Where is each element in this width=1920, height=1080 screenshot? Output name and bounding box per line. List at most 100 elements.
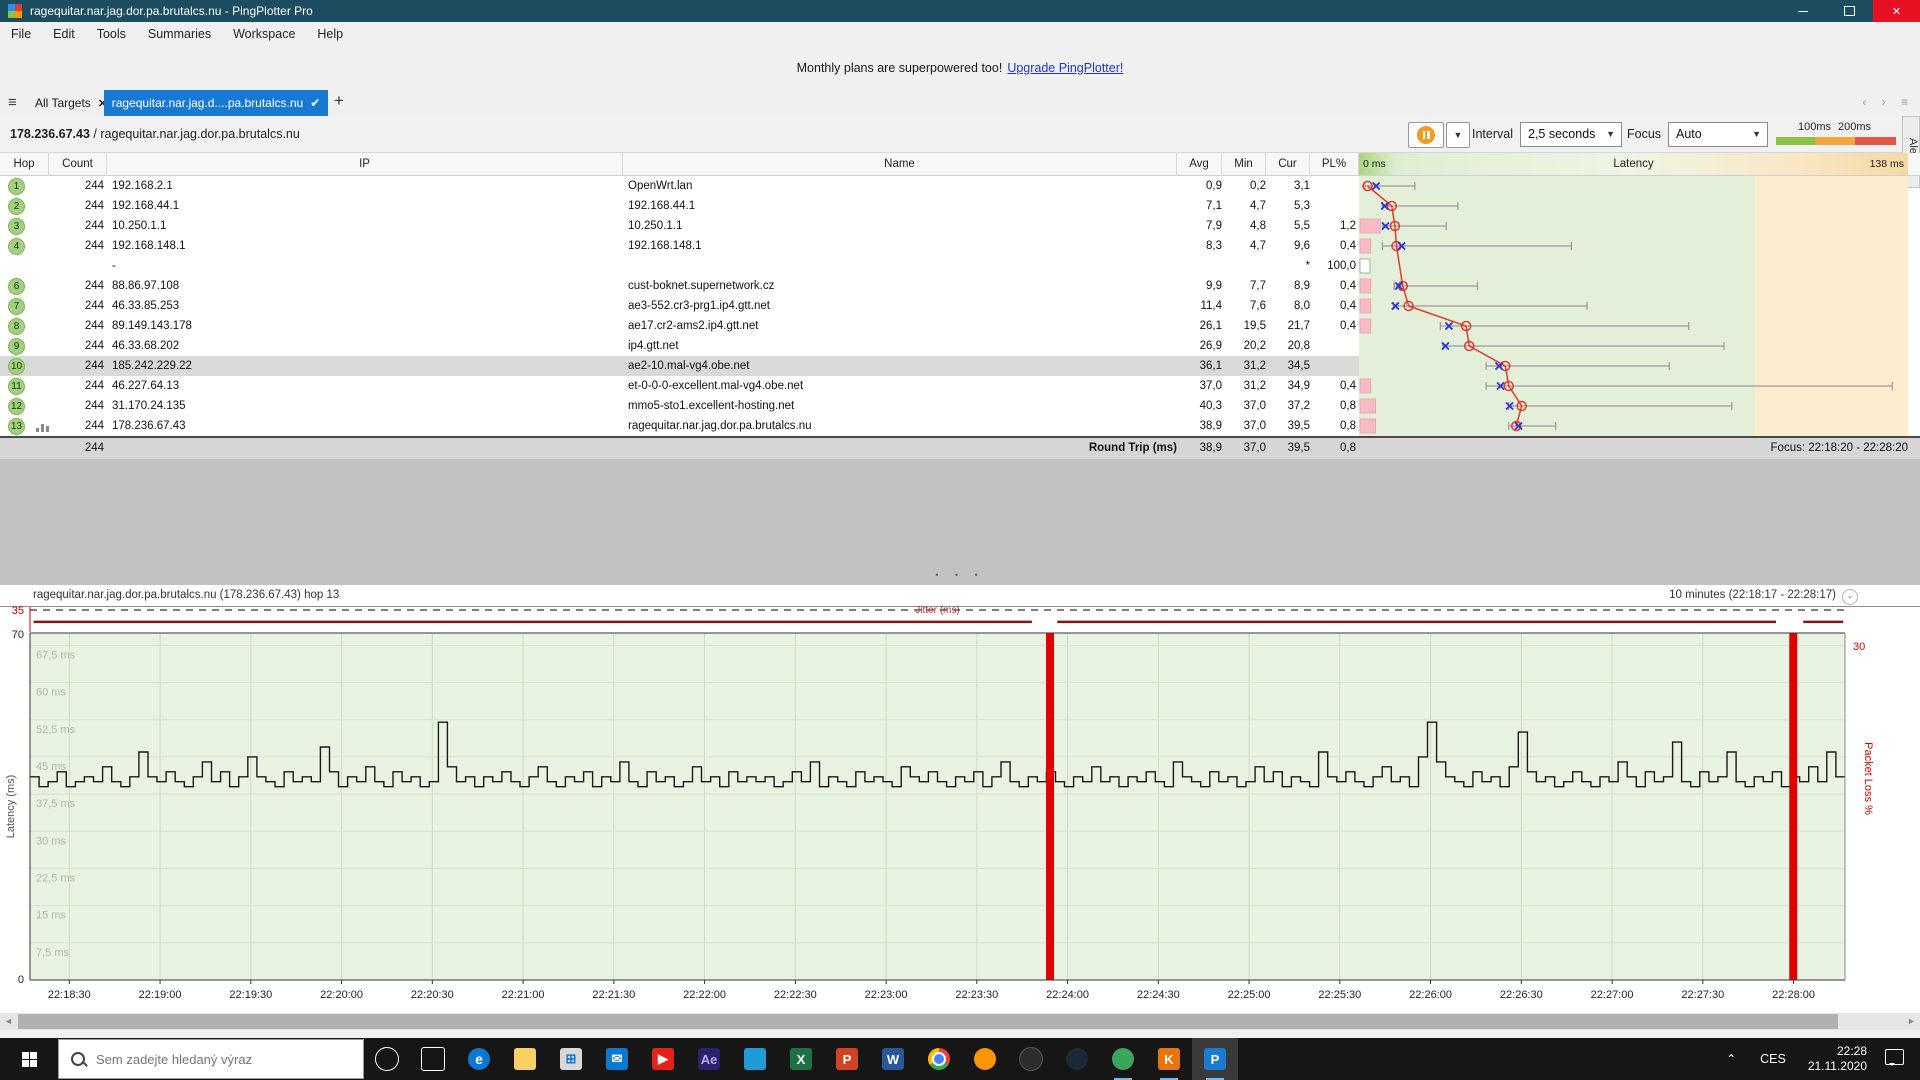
round-trip-avg: 38,9 xyxy=(1176,438,1222,459)
task-view-icon[interactable] xyxy=(410,1038,456,1080)
focus-range-label: Focus: 22:18:20 - 22:28:20 xyxy=(1580,438,1908,459)
start-button[interactable] xyxy=(0,1038,58,1080)
col-ip[interactable]: IP xyxy=(107,153,623,175)
notification-center-icon[interactable] xyxy=(1885,1049,1904,1065)
file-explorer-icon[interactable] xyxy=(502,1038,548,1080)
mail-icon-glyph: ✉ xyxy=(606,1048,628,1070)
pingplotter-icon[interactable]: P xyxy=(1192,1038,1238,1080)
round-trip-pl: 0,8 xyxy=(1308,438,1356,459)
mail-icon[interactable]: ✉ xyxy=(594,1038,640,1080)
table-row[interactable]: 324410.250.1.110.250.1.17,94,85,51,2 xyxy=(0,216,1359,236)
upgrade-link[interactable]: Upgrade PingPlotter! xyxy=(1007,61,1123,75)
hop-table-header: Hop Count IP Name Avg Min Cur PL% 0 ms L… xyxy=(0,153,1920,176)
orange-app-icon[interactable]: K xyxy=(1146,1038,1192,1080)
hop-count: 244 xyxy=(52,176,104,196)
col-name[interactable]: Name xyxy=(623,153,1177,175)
taskbar-search[interactable] xyxy=(58,1039,364,1079)
table-row[interactable]: 724446.33.85.253ae3-552.cr3-prg1.ip4.gtt… xyxy=(0,296,1359,316)
photos-icon[interactable] xyxy=(732,1038,778,1080)
focus-select[interactable]: Auto▼ xyxy=(1668,122,1768,147)
col-min[interactable]: Min xyxy=(1222,153,1266,175)
col-cur[interactable]: Cur xyxy=(1266,153,1310,175)
col-avg[interactable]: Avg xyxy=(1177,153,1222,175)
dark-app-icon-glyph xyxy=(1019,1047,1043,1071)
steam-icon[interactable] xyxy=(1054,1038,1100,1080)
interval-select[interactable]: 2,5 seconds▼ xyxy=(1520,122,1622,147)
tab-all-targets-label: All Targets xyxy=(35,96,91,110)
hop-min: 31,2 xyxy=(1220,376,1266,396)
steam-icon-glyph xyxy=(1066,1048,1088,1070)
tab-menu-icon[interactable]: ≡ xyxy=(8,95,17,111)
powerpoint-icon-glyph: P xyxy=(836,1048,858,1070)
col-hop[interactable]: Hop xyxy=(0,153,49,175)
table-row[interactable]: 10244185.242.229.22ae2-10.mal-vg4.obe.ne… xyxy=(0,356,1359,376)
cortana-icon[interactable] xyxy=(364,1038,410,1080)
hop-min: 4,7 xyxy=(1220,236,1266,256)
hop-pl xyxy=(1308,196,1356,216)
minimize-button[interactable] xyxy=(1779,0,1826,22)
excel-icon[interactable]: X xyxy=(778,1038,824,1080)
upgrade-banner: Monthly plans are superpowered too! Upgr… xyxy=(0,46,1920,90)
hop-min: 7,6 xyxy=(1220,296,1266,316)
pause-button[interactable] xyxy=(1408,122,1444,148)
dark-app-icon[interactable] xyxy=(1008,1038,1054,1080)
table-row[interactable]: 924446.33.68.202ip4.gtt.net26,920,220,8 xyxy=(0,336,1359,356)
scrollbar-thumb[interactable] xyxy=(18,1014,1838,1029)
timeline-range-label: 10 minutes (22:18:17 - 22:28:17) xyxy=(1669,585,1836,606)
excel-icon-glyph: X xyxy=(790,1048,812,1070)
edge-icon[interactable]: e xyxy=(456,1038,502,1080)
hop-ip: 46.227.64.13 xyxy=(112,376,612,396)
powerpoint-icon[interactable]: P xyxy=(824,1038,870,1080)
hop-name: cust-boknet.supernetwork.cz xyxy=(628,276,1168,296)
tray-expand-icon[interactable]: ⌃ xyxy=(1714,1052,1748,1066)
hop-avg: 36,1 xyxy=(1176,356,1222,376)
tab-active-target[interactable]: ragequitar.nar.jag.d....pa.brutalcs.nu ✔ xyxy=(104,90,328,116)
language-indicator[interactable]: CES xyxy=(1748,1052,1798,1066)
table-row[interactable]: 13244178.236.67.43ragequitar.nar.jag.dor… xyxy=(0,416,1359,436)
hop-cur: 34,5 xyxy=(1264,356,1310,376)
table-row[interactable]: 1224431.170.24.135mmo5-sto1.excellent-ho… xyxy=(0,396,1359,416)
chrome-icon[interactable] xyxy=(916,1038,962,1080)
youtube-icon[interactable]: ▶ xyxy=(640,1038,686,1080)
menu-edit[interactable]: Edit xyxy=(42,27,86,41)
clock[interactable]: 22:28 21.11.2020 xyxy=(1798,1044,1877,1074)
search-input[interactable] xyxy=(94,1051,348,1068)
hop-badge: 12 xyxy=(8,398,25,415)
hop-avg: 38,9 xyxy=(1176,416,1222,436)
timeline-range-caret[interactable]: ⌄ xyxy=(1842,589,1858,605)
after-effects-icon[interactable]: Ae xyxy=(686,1038,732,1080)
menu-summaries[interactable]: Summaries xyxy=(137,27,222,41)
pause-options-caret[interactable]: ▼ xyxy=(1446,122,1470,148)
hop-min: 7,7 xyxy=(1220,276,1266,296)
table-row[interactable]: 2244192.168.44.1192.168.44.17,14,75,3 xyxy=(0,196,1359,216)
green-app-icon[interactable] xyxy=(1100,1038,1146,1080)
table-row[interactable]: 624488.86.97.108cust-boknet.supernetwork… xyxy=(0,276,1359,296)
store-icon[interactable]: ⊞ xyxy=(548,1038,594,1080)
firefox-icon[interactable] xyxy=(962,1038,1008,1080)
col-pl[interactable]: PL% xyxy=(1310,153,1359,175)
menu-workspace[interactable]: Workspace xyxy=(222,27,306,41)
menu-help[interactable]: Help xyxy=(306,27,354,41)
close-button[interactable]: ✕ xyxy=(1873,0,1920,22)
scroll-left-arrow[interactable]: ◄ xyxy=(0,1013,17,1030)
hop-pl: 100,0 xyxy=(1308,256,1356,276)
tab-scroll-icons[interactable]: ‹ › ≡ xyxy=(1862,95,1914,109)
maximize-button[interactable] xyxy=(1826,0,1873,22)
hop-badge: 8 xyxy=(8,318,25,335)
tab-all-targets[interactable]: All Targets ✕ xyxy=(26,90,116,116)
menu-file[interactable]: File xyxy=(0,27,42,41)
edge-icon-glyph: e xyxy=(468,1048,490,1070)
table-row[interactable]: 824489.149.143.178ae17.cr2-ams2.ip4.gtt.… xyxy=(0,316,1359,336)
word-icon[interactable]: W xyxy=(870,1038,916,1080)
hop-name: ae3-552.cr3-prg1.ip4.gtt.net xyxy=(628,296,1168,316)
table-row[interactable]: 4244192.168.148.1192.168.148.18,34,79,60… xyxy=(0,236,1359,256)
panel-splitter-handle[interactable]: • • • xyxy=(0,570,1920,580)
table-row[interactable]: 1244192.168.2.1OpenWrt.lan0,90,23,1 xyxy=(0,176,1359,196)
hop-min: 0,2 xyxy=(1220,176,1266,196)
col-count[interactable]: Count xyxy=(49,153,107,175)
menu-tools[interactable]: Tools xyxy=(86,27,137,41)
scroll-right-arrow[interactable]: ► xyxy=(1903,1013,1920,1030)
table-row[interactable]: 1124446.227.64.13et-0-0-0-excellent.mal-… xyxy=(0,376,1359,396)
table-row[interactable]: -*100,0 xyxy=(0,256,1359,276)
new-tab-button[interactable]: + xyxy=(334,91,344,111)
